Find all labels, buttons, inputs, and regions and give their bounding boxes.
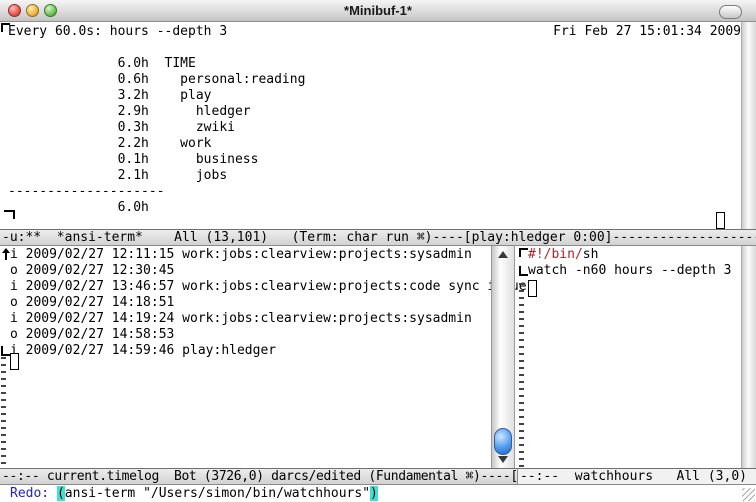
paren-open: ( (57, 486, 65, 501)
report-line: 0.3h zwiki (8, 120, 305, 136)
term-modeline[interactable]: -u:** *ansi-term* All (13,101) (Term: ch… (0, 229, 756, 246)
minibuffer-command: ansi-term "/Users/simon/bin/watchhours" (65, 486, 370, 501)
script-cursor (528, 280, 537, 297)
scrollbar-up-arrow[interactable] (498, 251, 508, 258)
shebang-interp: sh (583, 247, 599, 262)
script-command-line: watch -n60 hours --depth 3 (528, 263, 732, 279)
watch-command-text: Every 60.0s: hours --depth 3 (8, 24, 227, 40)
term-scrollbar-track[interactable] (741, 22, 756, 229)
timelog-scrollbar[interactable] (491, 246, 515, 468)
fringe-empty-lines-icon (519, 283, 524, 467)
timelog-line: i 2009/02/27 13:46:57 work:jobs:clearvie… (10, 279, 527, 295)
timelog-line: o 2009/02/27 12:30:45 (10, 263, 527, 279)
shebang-comment: #!/bin/ (528, 247, 583, 262)
fringe-up-arrow-icon (1, 248, 10, 260)
report-line: 2.9h hledger (8, 104, 305, 120)
script-modeline[interactable]: --:-- watchhours All (3,0) (517, 468, 756, 485)
toolbar-pill-button[interactable] (719, 5, 742, 19)
timelog-line: i 2009/02/27 14:59:46 play:hledger (10, 343, 527, 359)
report-line: -------------------- (8, 184, 305, 200)
timelog-line: o 2009/02/27 14:18:51 (10, 295, 527, 311)
window-title: *Minibuf-1* (0, 3, 756, 19)
timelog-modeline[interactable]: --:-- current.timelog Bot (3726,0) darcs… (0, 468, 517, 485)
watch-date-text: Fri Feb 27 15:01:34 2009 (553, 24, 741, 40)
report-line: 2.1h jobs (8, 168, 305, 184)
term-cursor (716, 212, 725, 229)
title-bar[interactable]: *Minibuf-1* (0, 0, 756, 22)
timelog-line: i 2009/02/27 12:11:15 work:jobs:clearvie… (10, 247, 527, 263)
report-line: 2.2h work (8, 136, 305, 152)
emacs-frame: *Minibuf-1* Every 60.0s: hours --depth 3… (0, 0, 756, 502)
script-scrollbar-track[interactable] (741, 246, 756, 468)
script-buffer: #!/bin/sh watch -n60 hours --depth 3 (528, 247, 732, 279)
report-line: 6.0h TIME (8, 56, 305, 72)
timelog-line: o 2009/02/27 14:58:53 (10, 327, 527, 343)
resize-grip[interactable] (742, 488, 755, 501)
minibuffer-prompt: Redo: (10, 486, 57, 501)
fringe-buffer-bottom-icon (1, 346, 10, 356)
report-line: 3.2h play (8, 88, 305, 104)
fringe-buffer-end-icon (4, 210, 15, 219)
timelog-buffer: i 2009/02/27 12:11:15 work:jobs:clearvie… (10, 247, 527, 359)
timelog-line: i 2009/02/27 14:19:24 work:jobs:clearvie… (10, 311, 527, 327)
scrollbar-thumb[interactable] (494, 428, 512, 455)
report-line: 0.1h business (8, 152, 305, 168)
timelog-cursor (10, 353, 19, 370)
fringe-buffer-top-icon (519, 248, 528, 257)
minibuffer[interactable]: Redo: (ansi-term "/Users/simon/bin/watch… (0, 485, 756, 502)
paren-close: ) (370, 486, 378, 501)
report-line: 6.0h (8, 200, 305, 216)
minibuffer-text: Redo: (ansi-term "/Users/simon/bin/watch… (10, 486, 378, 502)
watch-header-row: Every 60.0s: hours --depth 3 Fri Feb 27 … (8, 24, 741, 40)
scrollbar-down-arrow[interactable] (498, 456, 508, 463)
fringe-empty-lines-icon (1, 357, 6, 467)
fringe-buffer-bottom-icon (519, 266, 528, 276)
shebang-line: #!/bin/sh (528, 247, 732, 263)
report-line: 0.6h personal:reading (8, 72, 305, 88)
hours-report: 6.0h TIME 0.6h personal:reading 3.2h pla… (8, 56, 305, 216)
